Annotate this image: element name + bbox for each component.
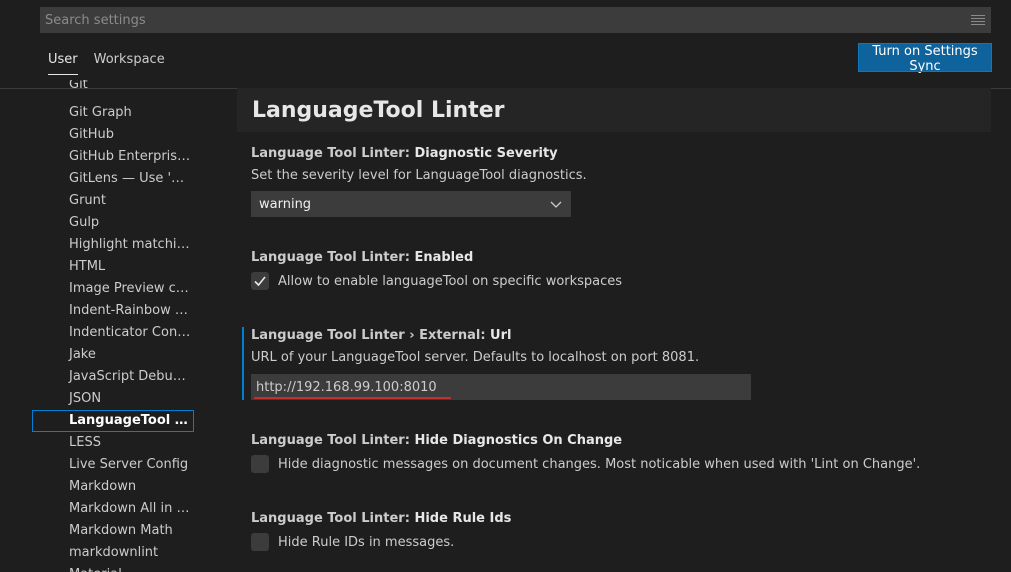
search-bar — [40, 7, 991, 33]
setting-category: Language Tool Linter: — [251, 250, 415, 265]
hide-rule-ids-checkbox[interactable] — [251, 533, 269, 551]
toc-item-markdown-all-in-one[interactable]: Markdown All in One — [32, 498, 194, 520]
toc-item-git-graph[interactable]: Git Graph — [32, 102, 194, 124]
setting-title: Language Tool Linter: Hide Rule Ids — [251, 511, 511, 526]
settings-tabs: User Workspace — [40, 45, 173, 75]
settings-toc: Git Git Graph GitHub GitHub Enterprise .… — [32, 80, 194, 572]
tab-user[interactable]: User — [40, 45, 86, 75]
url-input-value: http://192.168.99.100:8010 — [254, 379, 451, 399]
hide-rule-ids-check-row: Hide Rule IDs in messages. — [251, 533, 511, 551]
setting-key: Diagnostic Severity — [414, 146, 558, 161]
toc-item-languagetool-linter[interactable]: LanguageTool Lin... — [32, 410, 194, 432]
enabled-label: Allow to enable languageTool on specific… — [278, 273, 623, 289]
check-icon — [254, 276, 266, 287]
toc-item-jake[interactable]: Jake — [32, 344, 194, 366]
settings-editor: User Workspace Turn on Settings Sync Git… — [0, 0, 1011, 572]
setting-key: Url — [490, 328, 512, 343]
toc-item-git[interactable]: Git — [32, 80, 194, 102]
filter-icon[interactable] — [965, 7, 991, 33]
toc-item-indenticator[interactable]: Indenticator Config... — [32, 322, 194, 344]
toc-item-live-server-config[interactable]: Live Server Config — [32, 454, 194, 476]
setting-category: Language Tool Linter: — [251, 433, 415, 448]
search-input[interactable] — [40, 7, 965, 33]
toc-item-image-preview[interactable]: Image Preview conf... — [32, 278, 194, 300]
hide-rule-ids-label: Hide Rule IDs in messages. — [278, 534, 455, 550]
setting-external-url: Language Tool Linter › External: Url URL… — [251, 328, 751, 400]
chevron-down-icon — [550, 201, 562, 208]
setting-hide-rule-ids: Language Tool Linter: Hide Rule Ids Hide… — [251, 511, 511, 551]
setting-description: URL of your LanguageTool server. Default… — [251, 350, 700, 365]
setting-title: Language Tool Linter: Diagnostic Severit… — [251, 146, 587, 161]
turn-on-settings-sync-button[interactable]: Turn on Settings Sync — [858, 43, 992, 74]
enabled-check-row: Allow to enable languageTool on specific… — [251, 272, 622, 290]
tab-workspace[interactable]: Workspace — [86, 45, 173, 75]
url-input[interactable]: http://192.168.99.100:8010 — [251, 374, 751, 400]
hide-diagnostics-checkbox[interactable] — [251, 455, 269, 473]
toc-item-material[interactable]: Material... — [32, 564, 194, 572]
setting-key: Hide Rule Ids — [414, 511, 512, 526]
setting-key: Hide Diagnostics On Change — [414, 433, 623, 448]
toc-item-indent-rainbow[interactable]: Indent-Rainbow co... — [32, 300, 194, 322]
setting-title: Language Tool Linter: Hide Diagnostics O… — [251, 433, 920, 448]
toc-item-markdown[interactable]: Markdown — [32, 476, 194, 498]
toc-item-gitlens[interactable]: GitLens — Use 'Git... — [32, 168, 194, 190]
toc-item-markdown-math[interactable]: Markdown Math — [32, 520, 194, 542]
severity-select[interactable]: warning — [251, 191, 571, 217]
setting-category: Language Tool Linter: — [251, 146, 415, 161]
toc-item-gulp[interactable]: Gulp — [32, 212, 194, 234]
toc-item-json[interactable]: JSON — [32, 388, 194, 410]
setting-hide-diagnostics-on-change: Language Tool Linter: Hide Diagnostics O… — [251, 433, 920, 473]
setting-description: Set the severity level for LanguageTool … — [251, 168, 587, 183]
setting-title: Language Tool Linter › External: Url — [251, 328, 751, 343]
toc-item-html[interactable]: HTML — [32, 256, 194, 278]
setting-category: Language Tool Linter › External: — [251, 328, 491, 343]
hide-diagnostics-label: Hide diagnostic messages on document cha… — [278, 456, 921, 472]
setting-category: Language Tool Linter: — [251, 511, 415, 526]
toc-item-highlight-matching[interactable]: Highlight matching... — [32, 234, 194, 256]
hide-diagnostics-check-row: Hide diagnostic messages on document cha… — [251, 455, 920, 473]
toc-item-github-enterprise[interactable]: GitHub Enterprise ... — [32, 146, 194, 168]
section-header: LanguageTool Linter — [237, 88, 991, 132]
setting-diagnostic-severity: Language Tool Linter: Diagnostic Severit… — [251, 146, 587, 217]
severity-select-value: warning — [259, 196, 312, 212]
focused-setting-indicator — [242, 327, 244, 400]
toc-item-grunt[interactable]: Grunt — [32, 190, 194, 212]
setting-enabled: Language Tool Linter: Enabled Allow to e… — [251, 250, 622, 290]
toc-item-less[interactable]: LESS — [32, 432, 194, 454]
toc-item-markdownlint[interactable]: markdownlint — [32, 542, 194, 564]
setting-key: Enabled — [414, 250, 474, 265]
toc-item-github[interactable]: GitHub — [32, 124, 194, 146]
section-title: LanguageTool Linter — [252, 97, 505, 123]
enabled-checkbox[interactable] — [251, 272, 269, 290]
setting-title: Language Tool Linter: Enabled — [251, 250, 622, 265]
toc-item-javascript-debugger[interactable]: JavaScript Debugger — [32, 366, 194, 388]
